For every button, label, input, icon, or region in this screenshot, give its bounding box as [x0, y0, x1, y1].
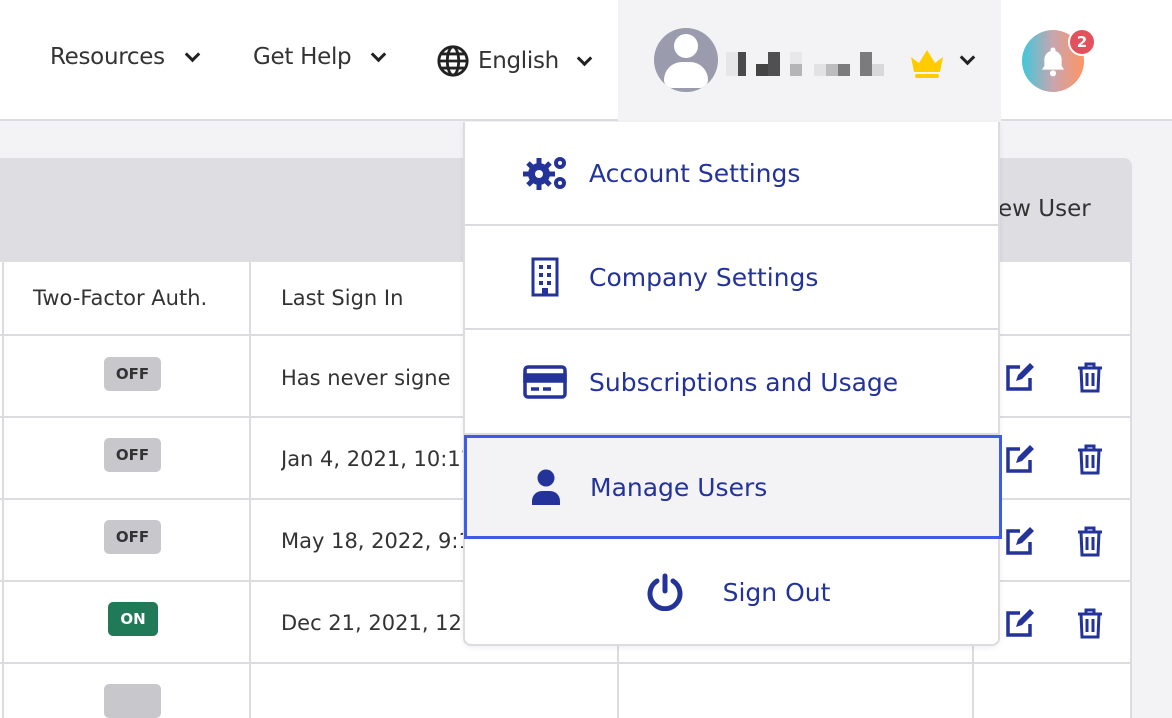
column-header-last-sign-in[interactable]: Last Sign In — [281, 286, 403, 310]
tfa-status-badge — [104, 684, 161, 718]
chevron-down-icon — [371, 46, 387, 62]
resources-label: Resources — [50, 44, 165, 70]
last-sign-in: Dec 21, 2021, 12:5 — [281, 611, 466, 635]
menu-item-label: Company Settings — [589, 262, 819, 292]
notification-count-badge: 2 — [1068, 28, 1096, 56]
tfa-status-badge: OFF — [104, 357, 161, 391]
last-sign-in: Has never signe — [281, 366, 451, 390]
get-help-menu[interactable]: Get Help — [253, 44, 387, 70]
language-menu[interactable]: English — [436, 44, 593, 78]
menu-item-account-settings[interactable]: Account Settings — [465, 122, 1000, 226]
edit-icon[interactable] — [1004, 607, 1036, 639]
row-actions — [1004, 361, 1124, 393]
tfa-status-badge: OFF — [104, 438, 161, 472]
power-icon — [647, 573, 683, 611]
menu-item-label: Manage Users — [590, 472, 768, 502]
chevron-down-icon — [959, 49, 976, 66]
row-actions — [1004, 607, 1124, 639]
language-label: English — [478, 48, 559, 74]
new-user-button[interactable]: ew User — [998, 196, 1091, 222]
edit-icon[interactable] — [1004, 525, 1036, 557]
redacted-username — [726, 52, 884, 76]
menu-item-label: Account Settings — [589, 158, 801, 188]
globe-icon — [437, 45, 469, 77]
chevron-down-icon — [576, 50, 593, 66]
row-actions — [1004, 525, 1124, 557]
resources-menu[interactable]: Resources — [50, 44, 201, 70]
last-sign-in: Jan 4, 2021, 10:17 — [281, 447, 466, 471]
trash-icon[interactable] — [1074, 607, 1106, 639]
menu-item-subscriptions[interactable]: Subscriptions and Usage — [465, 331, 1000, 435]
bell-icon — [1041, 47, 1065, 77]
user-menu-toggle[interactable] — [618, 0, 1001, 121]
building-icon — [531, 257, 559, 297]
avatar — [654, 28, 718, 92]
tfa-status-badge: OFF — [104, 520, 161, 554]
edit-icon[interactable] — [1004, 443, 1036, 475]
user-dropdown-menu: Account Settings Company Settings Subscr… — [463, 122, 1002, 646]
edit-icon[interactable] — [1004, 361, 1036, 393]
gears-icon — [523, 157, 566, 190]
trash-icon[interactable] — [1074, 443, 1106, 475]
trash-icon[interactable] — [1074, 525, 1106, 557]
crown-icon — [911, 50, 943, 78]
help-label: Get Help — [253, 44, 352, 70]
column-header-two-factor[interactable]: Two-Factor Auth. — [33, 286, 207, 310]
menu-item-manage-users[interactable]: Manage Users — [464, 435, 1002, 539]
menu-item-company-settings[interactable]: Company Settings — [465, 226, 1000, 330]
top-bar: Resources Get Help English 2 — [0, 0, 1172, 121]
row-actions — [1004, 443, 1124, 475]
chevron-down-icon — [184, 46, 201, 62]
last-sign-in: May 18, 2022, 9:1 — [281, 529, 466, 553]
tfa-status-badge: ON — [108, 602, 158, 636]
credit-card-icon — [523, 365, 567, 399]
menu-item-label: Sign Out — [722, 577, 831, 607]
user-icon — [532, 469, 560, 505]
menu-item-sign-out[interactable]: Sign Out — [465, 540, 1000, 644]
trash-icon[interactable] — [1074, 361, 1106, 393]
menu-item-label: Subscriptions and Usage — [589, 367, 899, 397]
